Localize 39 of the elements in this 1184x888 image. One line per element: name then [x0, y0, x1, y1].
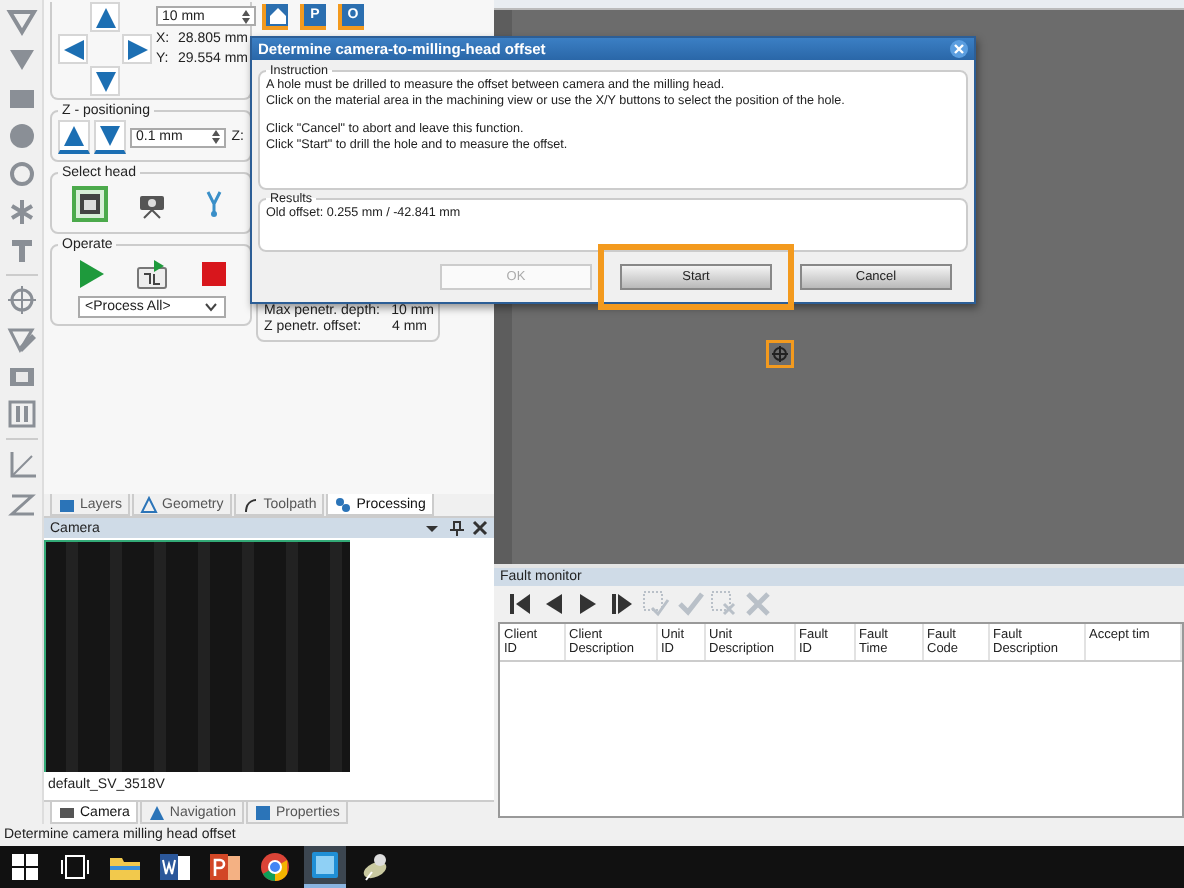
windows-logo-icon: [6, 848, 44, 886]
dropdown-icon[interactable]: [424, 520, 440, 536]
checkmark-icon[interactable]: [676, 590, 704, 618]
app-window-icon: [306, 846, 344, 884]
cross-dotted-icon[interactable]: [710, 590, 738, 618]
triangle-icon: [140, 495, 159, 513]
spinner-icon[interactable]: [240, 7, 252, 25]
arrow-down-button[interactable]: [90, 66, 120, 96]
circle-icon[interactable]: [5, 120, 37, 152]
pin-icon[interactable]: [448, 520, 464, 536]
camera-icon: [58, 803, 76, 821]
presentation-icon: [206, 848, 244, 886]
properties-icon: [253, 803, 272, 821]
browser-icon: [256, 848, 294, 886]
arrow-left-button[interactable]: [58, 34, 88, 64]
asterisk-icon[interactable]: [5, 196, 37, 228]
chevron-down-icon: [203, 302, 217, 312]
angle-icon[interactable]: [5, 448, 37, 480]
curve-icon: [241, 495, 260, 513]
spinner-icon[interactable]: [209, 128, 222, 146]
z-up-button[interactable]: [58, 120, 90, 154]
z-down-button[interactable]: [94, 120, 126, 154]
crosshair-icon[interactable]: [5, 284, 37, 316]
close-icon[interactable]: [472, 520, 488, 536]
crosshair-marker-icon: [766, 340, 794, 368]
step-icon[interactable]: [135, 258, 167, 290]
word-icon: [156, 848, 194, 886]
first-icon[interactable]: [506, 590, 534, 618]
layers-icon: [58, 495, 76, 513]
triangle-outline-icon[interactable]: [5, 6, 37, 38]
arrow-right-button[interactable]: [122, 34, 152, 64]
checkmark-dotted-icon[interactable]: [642, 590, 670, 618]
arrow-up-button[interactable]: [90, 2, 120, 32]
last-icon[interactable]: [608, 590, 636, 618]
tool-holder-icon[interactable]: [5, 398, 37, 430]
home-button[interactable]: [262, 4, 288, 30]
ring-icon[interactable]: [5, 158, 37, 190]
stop-icon[interactable]: [197, 258, 229, 290]
head-button[interactable]: [71, 186, 107, 222]
